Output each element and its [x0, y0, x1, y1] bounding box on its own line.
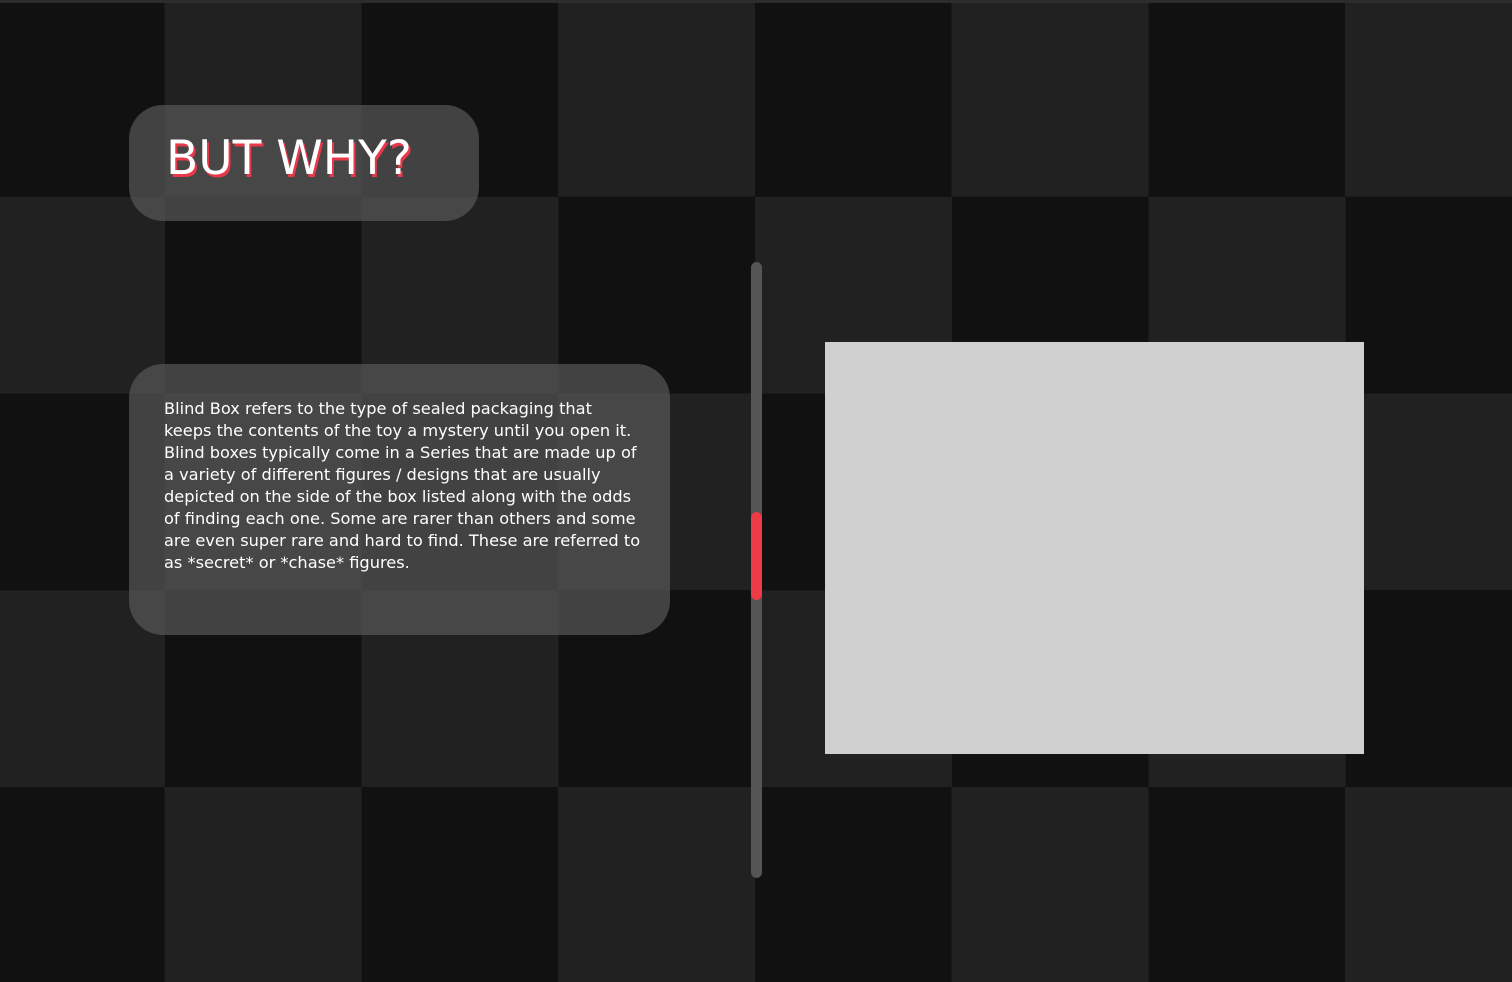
top-divider	[0, 0, 1512, 3]
description-card: Blind Box refers to the type of sealed p…	[129, 364, 670, 635]
page-title: BUT WHY?	[166, 131, 412, 186]
title-card: BUT WHY?	[129, 105, 479, 221]
scrollbar-thumb[interactable]	[751, 512, 762, 600]
description-text: Blind Box refers to the type of sealed p…	[164, 399, 641, 572]
image-placeholder	[825, 342, 1364, 754]
page: BUT WHY? Blind Box refers to the type of…	[0, 0, 1512, 982]
scrollbar-track[interactable]	[751, 262, 762, 878]
